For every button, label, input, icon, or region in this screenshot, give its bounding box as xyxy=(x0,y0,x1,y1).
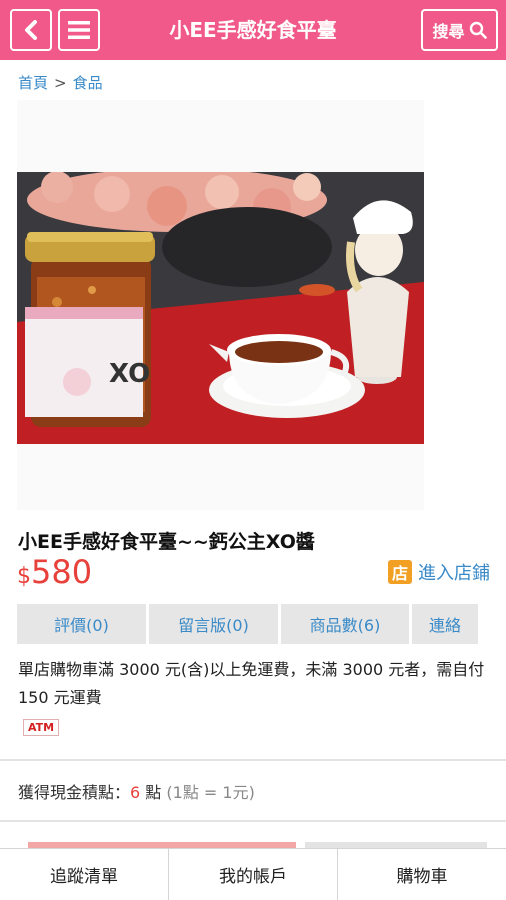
breadcrumb-home-link[interactable]: 首頁 xyxy=(18,74,48,92)
product-image-frame: XO xyxy=(17,100,424,510)
svg-text:XO: XO xyxy=(109,359,150,389)
menu-button[interactable] xyxy=(58,9,100,51)
enter-store-label: 進入店鋪 xyxy=(418,563,490,584)
section-divider xyxy=(0,820,506,822)
shipping-info: 單店購物車滿 3000 元(含)以上免運費，未滿 3000 元者，需自付 150… xyxy=(18,660,485,707)
tab-reviews[interactable]: 評價(0) xyxy=(17,604,146,644)
chevron-left-icon xyxy=(25,20,37,40)
nav-cart[interactable]: 購物車 xyxy=(338,849,506,900)
points-note: (1點 = 1元) xyxy=(166,783,255,802)
store-icon: 店 xyxy=(388,560,412,584)
payment-atm-badge: ATM xyxy=(23,719,60,736)
points-value: 6 xyxy=(130,783,141,802)
cash-points: 獲得現金積點：6 點 (1點 = 1元) xyxy=(18,779,255,803)
top-bar: 小EE手感好食平臺 搜尋 xyxy=(0,0,506,60)
tab-product-count[interactable]: 商品數(6) xyxy=(281,604,409,644)
price-currency: $ xyxy=(17,564,31,589)
section-divider xyxy=(0,759,506,761)
breadcrumb: 首頁 > 食品 xyxy=(18,72,103,93)
nav-my-account[interactable]: 我的帳戶 xyxy=(169,849,338,900)
product-price: $580 xyxy=(17,553,92,591)
breadcrumb-separator: > xyxy=(54,74,67,92)
back-button[interactable] xyxy=(10,9,52,51)
search-icon xyxy=(469,21,487,39)
breadcrumb-category-link[interactable]: 食品 xyxy=(73,74,103,92)
points-label: 獲得現金積點： xyxy=(18,783,131,802)
page-title: 小EE手感好食平臺 xyxy=(169,18,337,42)
tab-contact[interactable]: 連絡 xyxy=(412,604,478,644)
product-tabs: 評價(0) 留言版(0) 商品數(6) 連絡 xyxy=(17,604,478,644)
product-title: 小EE手感好食平臺~~鈣公主XO醬 xyxy=(18,531,315,553)
search-button[interactable]: 搜尋 xyxy=(421,9,498,51)
tab-message-board[interactable]: 留言版(0) xyxy=(149,604,278,644)
bottom-nav: 追蹤清單 我的帳戶 購物車 xyxy=(0,848,506,900)
price-amount: 580 xyxy=(31,553,93,591)
enter-store-link[interactable]: 店 進入店鋪 xyxy=(388,559,490,585)
hamburger-menu-icon xyxy=(68,21,90,39)
points-unit: 點 xyxy=(145,783,162,802)
product-photo[interactable]: XO xyxy=(17,172,424,444)
nav-watchlist[interactable]: 追蹤清單 xyxy=(0,849,169,900)
search-label: 搜尋 xyxy=(432,22,465,41)
